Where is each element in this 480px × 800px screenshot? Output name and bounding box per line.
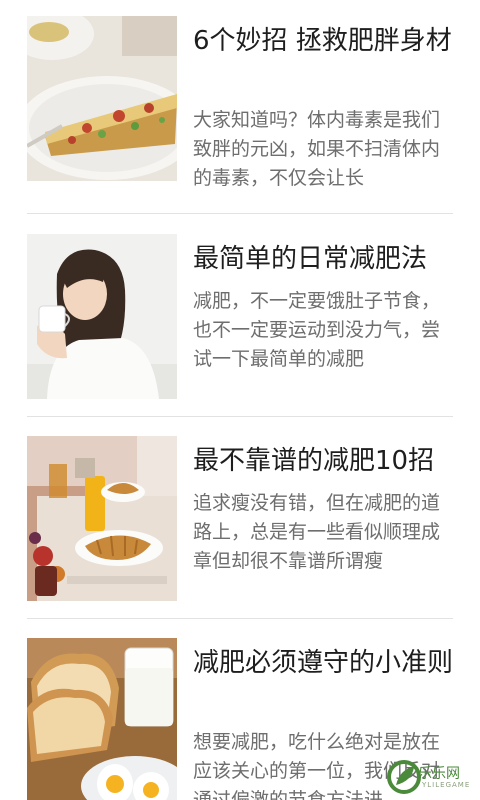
breakfast-table-photo	[27, 436, 177, 601]
divider	[27, 618, 453, 619]
divider	[27, 213, 453, 214]
watermark-text: 乐乐网	[418, 766, 460, 782]
article-title[interactable]: 最不靠谱的减肥10招	[193, 442, 455, 481]
article-title[interactable]: 最简单的日常减肥法	[193, 240, 455, 279]
article-card[interactable]: 最简单的日常减肥法 减肥，不一定要饿肚子节食，也不一定要运动到没力气，尝试一下最…	[0, 218, 480, 420]
divider	[27, 416, 453, 417]
leaf-logo-icon	[387, 760, 421, 794]
article-card[interactable]: 最不靠谱的减肥10招 追求瘦没有错，但在减肥的道路上，总是有一些看似顺理成章但却…	[0, 420, 480, 622]
watermark-subtext: YLILEGAME	[422, 781, 471, 789]
quiche-slice-photo	[27, 16, 177, 181]
article-thumbnail[interactable]	[27, 638, 177, 800]
article-excerpt: 追求瘦没有错，但在减肥的道路上，总是有一些看似顺理成章但却很不靠谱所谓瘦	[193, 492, 441, 572]
toast-milk-egg-photo	[27, 638, 177, 800]
article-excerpt: 大家知道吗？体内毒素是我们致胖的元凶，如果不扫清体内的毒素，不仅会让长	[193, 109, 441, 189]
article-card[interactable]: 6个妙招 拯救肥胖身材 大家知道吗？体内毒素是我们致胖的元凶，如果不扫清体内的毒…	[0, 0, 480, 202]
article-thumbnail[interactable]	[27, 436, 177, 601]
article-title[interactable]: 6个妙招 拯救肥胖身材	[193, 22, 455, 61]
article-feed: 6个妙招 拯救肥胖身材 大家知道吗？体内毒素是我们致胖的元凶，如果不扫清体内的毒…	[0, 0, 480, 800]
article-title[interactable]: 减肥必须遵守的小准则	[193, 644, 455, 683]
article-thumbnail[interactable]	[27, 16, 177, 181]
article-thumbnail[interactable]	[27, 234, 177, 399]
site-watermark: 乐乐网 YLILEGAME	[382, 757, 480, 797]
woman-drinking-photo	[27, 234, 177, 399]
article-excerpt: 减肥，不一定要饿肚子节食，也不一定要运动到没力气，尝试一下最简单的减肥	[193, 290, 441, 370]
